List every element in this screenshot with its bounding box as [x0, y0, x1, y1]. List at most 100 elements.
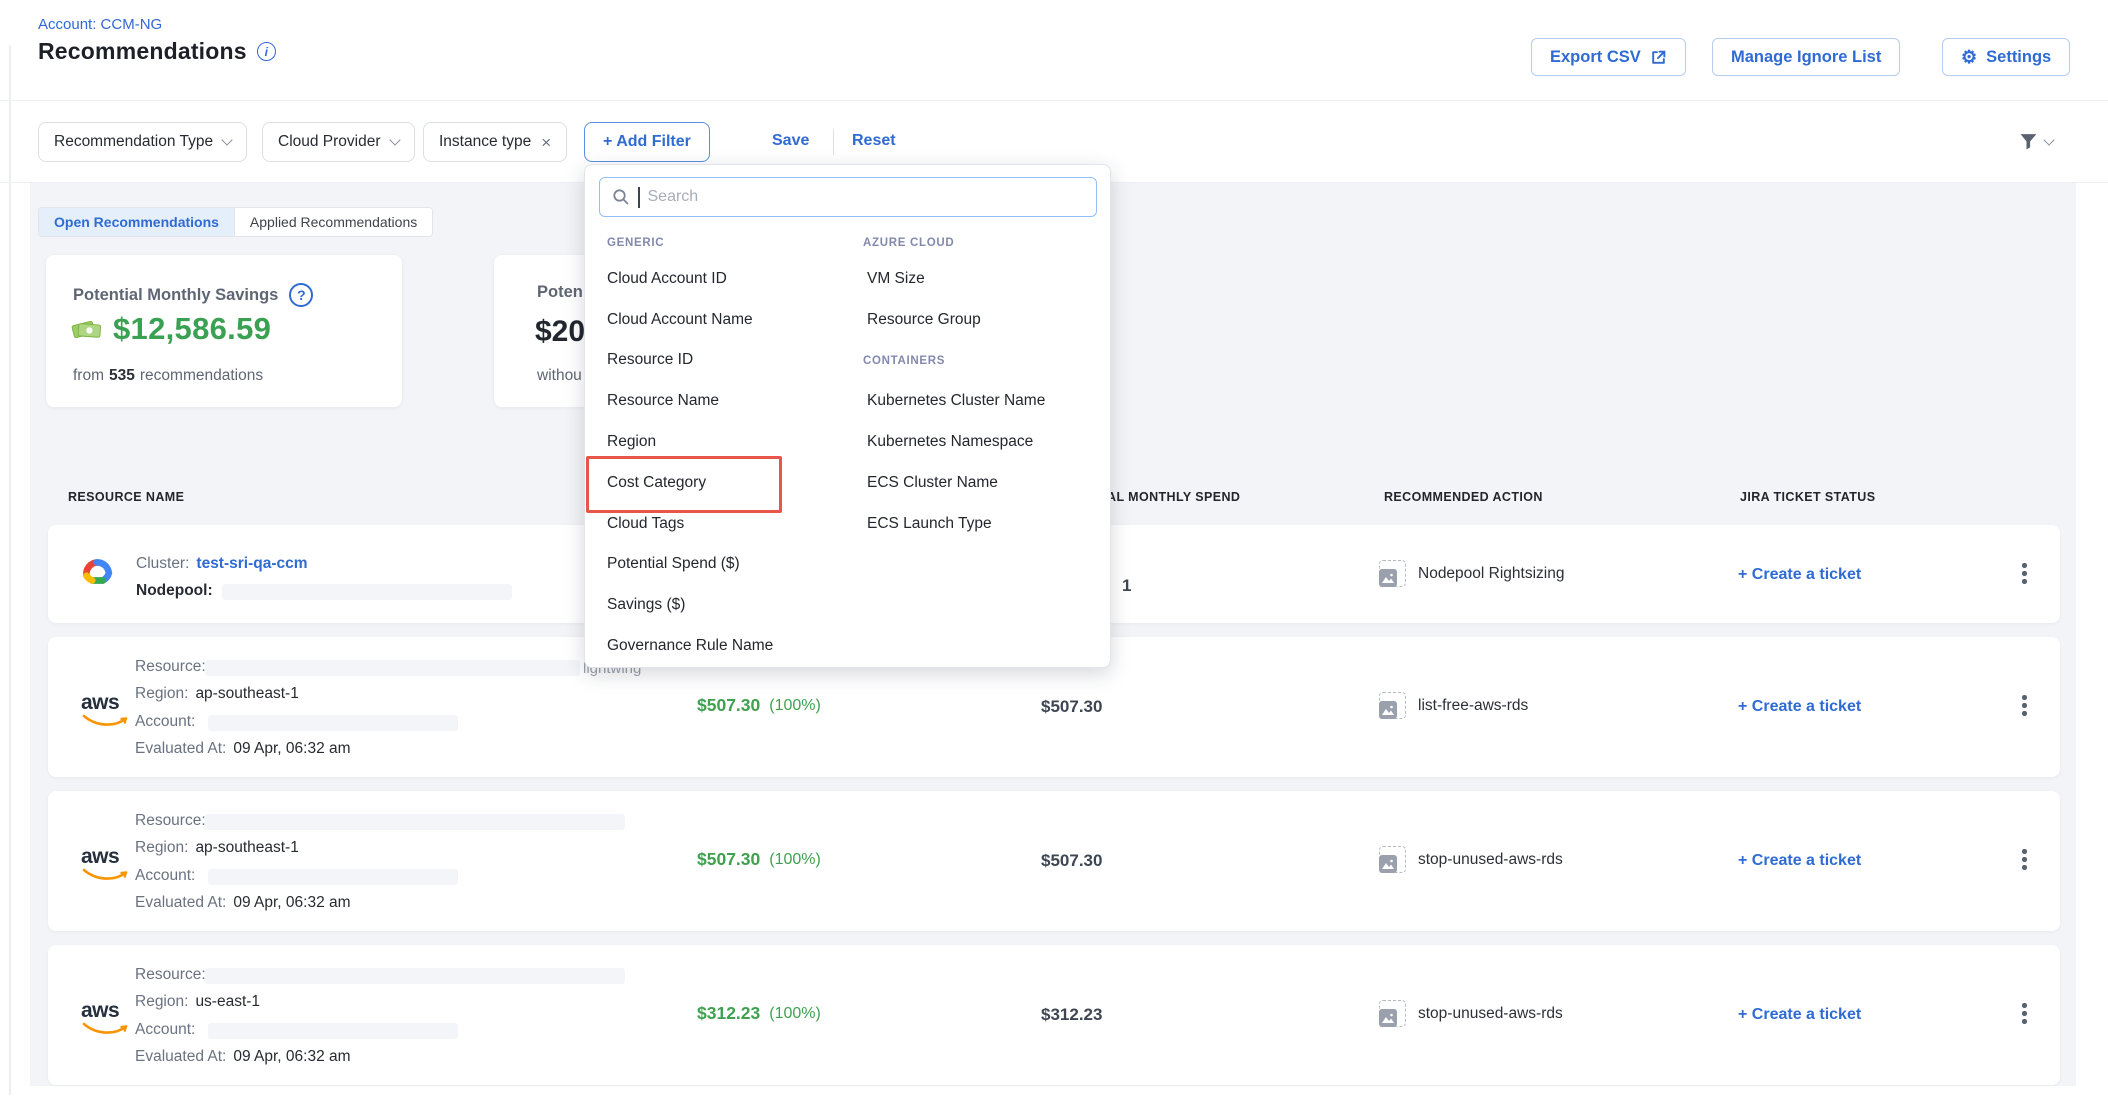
row-menu-kebab[interactable] — [2016, 557, 2033, 590]
filter-option-resource-id[interactable]: Resource ID — [607, 351, 693, 369]
evaluated-at-value: 09 Apr, 06:32 am — [233, 894, 350, 912]
image-placeholder-icon — [1379, 846, 1406, 873]
savings-card-title: Potential Monthly Savings — [73, 286, 278, 305]
evaluated-at-value: 09 Apr, 06:32 am — [233, 1048, 350, 1066]
create-ticket-button[interactable]: + Create a ticket — [1738, 566, 1861, 584]
row-menu-kebab[interactable] — [2016, 843, 2033, 876]
settings-button[interactable]: ⚙ Settings — [1942, 38, 2070, 76]
filter-option-vm-size[interactable]: VM Size — [867, 270, 925, 288]
money-icon — [70, 314, 106, 344]
evaluated-at-label: Evaluated At: — [135, 894, 226, 912]
save-filter-button[interactable]: Save — [772, 132, 809, 150]
filter-option-ecs-cluster-name[interactable]: ECS Cluster Name — [867, 474, 998, 492]
filter-option-cost-category[interactable]: Cost Category — [607, 474, 706, 492]
create-ticket-button[interactable]: + Create a ticket — [1738, 852, 1861, 870]
resource-label: Resource: — [135, 812, 206, 830]
text-caret — [638, 187, 640, 208]
spend-card-amount-fragment: $20 — [535, 315, 585, 349]
recommended-action-label: stop-unused-aws-rds — [1418, 851, 1563, 869]
create-ticket-button[interactable]: + Create a ticket — [1738, 698, 1861, 716]
filter-option-resource-name[interactable]: Resource Name — [607, 392, 719, 410]
breadcrumb[interactable]: Account: CCM-NG — [38, 16, 162, 33]
filter-option-potential-spend[interactable]: Potential Spend ($) — [607, 555, 740, 573]
export-csv-label: Export CSV — [1550, 48, 1641, 67]
image-placeholder-icon — [1379, 692, 1406, 719]
search-icon — [612, 188, 630, 206]
filter-option-cloud-account-name[interactable]: Cloud Account Name — [607, 311, 753, 329]
chip-label: Recommendation Type — [54, 133, 213, 151]
filter-search[interactable] — [599, 177, 1097, 217]
recommendation-row[interactable]: aws Resource: Region: ap-southeast-1 Acc… — [48, 791, 2060, 931]
filter-search-input[interactable] — [648, 188, 1085, 206]
filter-option-ecs-launch-type[interactable]: ECS Launch Type — [867, 515, 992, 533]
spend-card-subtext-fragment: withou — [537, 367, 582, 385]
recommended-action-label: Nodepool Rightsizing — [1418, 565, 1564, 583]
page-title: Recommendations — [38, 38, 247, 65]
account-label: Account: — [135, 713, 195, 731]
filter-option-kubernetes-namespace[interactable]: Kubernetes Namespace — [867, 433, 1033, 451]
redacted-value — [208, 715, 458, 731]
page-left-edge — [9, 45, 11, 1095]
redacted-value — [222, 584, 512, 600]
question-icon[interactable]: ? — [289, 283, 313, 307]
redacted-value — [205, 968, 625, 984]
filter-chip-instance-type[interactable]: Instance type × — [423, 122, 567, 162]
redacted-value — [208, 1023, 458, 1039]
section-header-containers: CONTAINERS — [863, 355, 945, 367]
manage-ignore-list-label: Manage Ignore List — [1731, 48, 1881, 67]
filter-option-region[interactable]: Region — [607, 433, 656, 451]
region-value: us-east-1 — [195, 993, 260, 1011]
recommended-action-label: stop-unused-aws-rds — [1418, 1005, 1563, 1023]
add-filter-label: + Add Filter — [603, 133, 691, 151]
spend-card-title-fragment: Poten — [537, 283, 583, 302]
column-header-recommended-action: RECOMMENDED ACTION — [1384, 490, 1543, 504]
filter-option-cloud-account-id[interactable]: Cloud Account ID — [607, 270, 727, 288]
potential-monthly-savings-card: Potential Monthly Savings ? $12,586.59 f… — [46, 255, 402, 407]
image-placeholder-icon — [1379, 560, 1406, 587]
chevron-down-icon — [389, 134, 400, 145]
filter-panel-toggle[interactable] — [2018, 131, 2053, 152]
redacted-value — [205, 814, 625, 830]
filter-option-kubernetes-cluster-name[interactable]: Kubernetes Cluster Name — [867, 392, 1045, 410]
aws-icon: aws — [81, 845, 135, 883]
cluster-name-link[interactable]: test-sri-qa-ccm — [196, 555, 307, 573]
external-link-icon — [1650, 49, 1667, 66]
filter-option-cloud-tags[interactable]: Cloud Tags — [607, 515, 684, 533]
info-icon[interactable]: i — [257, 42, 276, 61]
add-filter-dropdown: GENERIC Cloud Account ID Cloud Account N… — [584, 164, 1111, 668]
image-placeholder-icon — [1379, 1000, 1406, 1027]
close-icon[interactable]: × — [541, 134, 551, 151]
region-label: Region: — [135, 993, 188, 1011]
evaluated-at-label: Evaluated At: — [135, 740, 226, 758]
tab-open-recommendations[interactable]: Open Recommendations — [39, 208, 234, 236]
filter-chip-recommendation-type[interactable]: Recommendation Type — [38, 122, 247, 162]
potential-savings-value: $312.23 — [697, 1003, 760, 1024]
column-header-jira-ticket-status: JIRA TICKET STATUS — [1740, 490, 1875, 504]
row-menu-kebab[interactable] — [2016, 689, 2033, 722]
region-value: ap-southeast-1 — [195, 685, 298, 703]
filter-divider — [833, 129, 834, 155]
aws-icon: aws — [81, 999, 135, 1037]
account-label: Account: — [135, 867, 195, 885]
aws-icon: aws — [81, 691, 135, 729]
filter-chip-cloud-provider[interactable]: Cloud Provider — [262, 122, 415, 162]
tab-applied-recommendations[interactable]: Applied Recommendations — [234, 208, 432, 236]
recommendation-row[interactable]: aws Resource: Region: us-east-1 Account:… — [48, 945, 2060, 1085]
savings-percent: (100%) — [769, 697, 821, 715]
export-csv-button[interactable]: Export CSV — [1531, 38, 1686, 76]
chip-label: Instance type — [439, 133, 531, 151]
create-ticket-button[interactable]: + Create a ticket — [1738, 1006, 1861, 1024]
total-spend-value: $312.23 — [1041, 1005, 1102, 1025]
gcp-icon — [78, 554, 116, 588]
total-spend-value: $507.30 — [1041, 697, 1102, 717]
header-divider — [0, 100, 2108, 101]
filter-option-savings[interactable]: Savings ($) — [607, 596, 685, 614]
filter-option-governance-rule-name[interactable]: Governance Rule Name — [607, 637, 773, 655]
row-menu-kebab[interactable] — [2016, 997, 2033, 1030]
reset-filter-button[interactable]: Reset — [852, 132, 896, 150]
filter-option-resource-group[interactable]: Resource Group — [867, 311, 981, 329]
savings-percent: (100%) — [769, 1005, 821, 1023]
add-filter-button[interactable]: + Add Filter — [584, 122, 710, 162]
manage-ignore-list-button[interactable]: Manage Ignore List — [1712, 38, 1900, 76]
region-label: Region: — [135, 685, 188, 703]
